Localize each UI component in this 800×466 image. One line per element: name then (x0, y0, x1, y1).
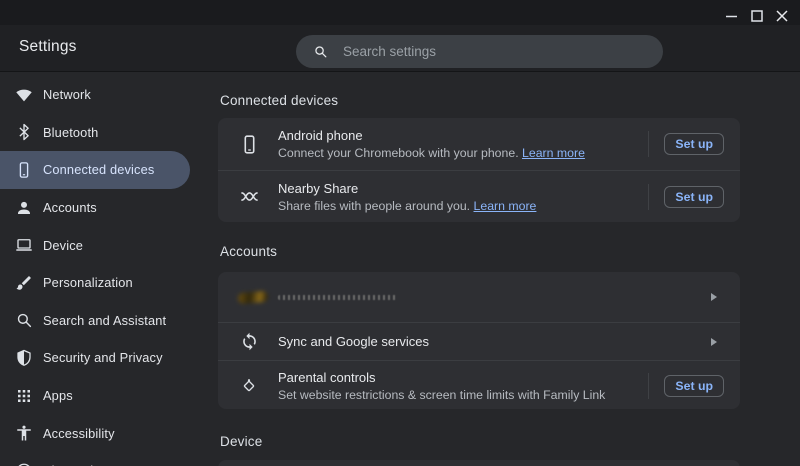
close-icon[interactable] (775, 9, 789, 23)
page-title: Settings (19, 38, 77, 55)
row-divider-vertical (648, 372, 650, 399)
sidebar-item-bluetooth[interactable]: Bluetooth (0, 114, 217, 152)
sidebar-item-accounts[interactable]: Accounts (0, 189, 217, 227)
sidebar-item-label: Personalization (43, 275, 133, 291)
sidebar-item-apps[interactable]: Apps (0, 377, 217, 415)
row-divider-vertical (648, 131, 650, 157)
learn-more-link[interactable]: Learn more (474, 199, 537, 213)
sidebar-item-connected-devices[interactable]: Connected devices (0, 151, 217, 189)
row-description: Set website restrictions & screen time l… (278, 387, 606, 402)
brush-icon (15, 274, 33, 292)
row-title: Android phone (278, 128, 363, 143)
sidebar-item-label: Device (43, 237, 84, 253)
nearby-share-row[interactable]: Nearby Share Share files with people aro… (218, 170, 740, 222)
row-description: Share files with people around you. Lear… (278, 199, 536, 213)
sidebar-item-label: Search and Assistant (43, 312, 167, 328)
sidebar-item-label: Bluetooth (43, 124, 99, 140)
sidebar-item-label: Accessibility (43, 425, 115, 441)
row-title: Parental controls (278, 369, 376, 385)
sidebar-item-accessibility[interactable]: Accessibility (0, 414, 217, 452)
parental-controls-setup-button[interactable]: Set up (664, 374, 724, 397)
android-phone-setup-button[interactable]: Set up (664, 133, 724, 155)
wifi-icon (15, 86, 33, 104)
android-phone-text: Android phone Connect your Chromebook wi… (278, 128, 585, 160)
sidebar-item-label: Apps (43, 388, 73, 404)
chrome-icon (15, 462, 33, 466)
parental-controls-row[interactable]: Parental controls Set website restrictio… (218, 360, 740, 409)
sidebar-nav: Network Bluetooth Connected devices Acco… (0, 71, 217, 466)
section-title-accounts: Accounts (220, 244, 278, 259)
avatar (237, 290, 269, 304)
nearby-share-setup-button[interactable]: Set up (664, 185, 724, 208)
sidebar-item-personalization[interactable]: Personalization (0, 264, 217, 302)
sync-and-google-services-row[interactable]: Sync and Google services (218, 322, 740, 360)
accounts-card: Sync and Google services Parental contro… (218, 272, 740, 409)
sidebar-item-label: Network (43, 87, 91, 103)
row-description: Connect your Chromebook with your phone.… (278, 146, 585, 160)
description-text: Share files with people around you. (278, 198, 471, 213)
window-caption-bar (0, 0, 800, 25)
device-card (218, 460, 740, 466)
sidebar-item-security-and-privacy[interactable]: Security and Privacy (0, 339, 217, 377)
apps-grid-icon (15, 387, 33, 405)
sidebar-item-device[interactable]: Device (0, 226, 217, 264)
minimize-icon[interactable] (725, 9, 739, 23)
section-title-device: Device (220, 434, 263, 449)
account-row-redacted[interactable] (218, 272, 740, 322)
description-text: Connect your Chromebook with your phone. (278, 146, 519, 160)
sidebar-item-search-and-assistant[interactable]: Search and Assistant (0, 302, 217, 340)
window-controls (725, 9, 789, 23)
sidebar-item-label: Connected devices (43, 162, 155, 178)
row-title: Sync and Google services (278, 334, 430, 349)
row-title: Nearby Share (278, 180, 359, 196)
nearby-share-icon (237, 187, 261, 206)
sidebar-item-about-chromeos[interactable]: About ChromeOS (0, 452, 217, 466)
search-icon (315, 46, 327, 58)
sync-icon (237, 332, 261, 351)
sidebar-item-label: Accounts (43, 200, 97, 216)
search-bar[interactable] (296, 35, 663, 68)
nearby-share-text: Nearby Share Share files with people aro… (278, 181, 536, 213)
android-phone-row[interactable]: Android phone Connect your Chromebook wi… (218, 118, 740, 170)
shield-icon (15, 349, 33, 367)
search-input[interactable] (341, 43, 647, 60)
redacted-account-email (278, 294, 398, 300)
maximize-icon[interactable] (750, 9, 764, 23)
laptop-icon (15, 236, 33, 254)
learn-more-link[interactable]: Learn more (522, 146, 585, 160)
chevron-right-icon[interactable] (711, 337, 717, 346)
sidebar-item-network[interactable]: Network (0, 76, 217, 114)
parental-controls-text: Parental controls Set website restrictio… (278, 370, 605, 402)
smartphone-icon (15, 161, 33, 179)
settings-content: Connected devices Android phone Connect … (217, 71, 800, 466)
search-icon (15, 311, 33, 329)
chevron-right-icon[interactable] (711, 293, 717, 301)
sidebar-item-label: Security and Privacy (43, 350, 163, 366)
parental-controls-icon (237, 377, 261, 395)
row-divider-vertical (648, 183, 650, 210)
app-header: Settings (0, 25, 800, 72)
bluetooth-icon (15, 123, 33, 141)
android-phone-icon (237, 134, 261, 155)
accessibility-icon (15, 424, 33, 442)
section-title-connected-devices: Connected devices (220, 93, 339, 108)
sync-text: Sync and Google services (278, 334, 429, 349)
person-icon (15, 199, 33, 217)
connected-devices-card: Android phone Connect your Chromebook wi… (218, 118, 740, 222)
